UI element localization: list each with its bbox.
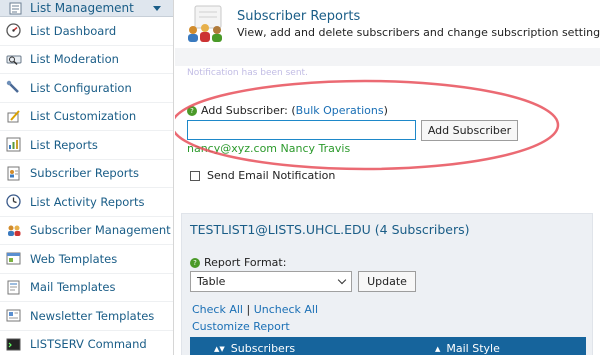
report-format-select[interactable]: Table [190, 271, 352, 292]
reports-icon [5, 136, 22, 153]
customization-icon [5, 108, 22, 125]
sidebar-item-label: Subscriber Management [30, 223, 171, 238]
main-content: Subscriber Reports View, add and delete … [175, 0, 600, 355]
moderation-icon [5, 51, 22, 68]
send-email-notification-checkbox[interactable] [190, 170, 200, 181]
sidebar-header-list-management[interactable]: List Management [0, 0, 173, 17]
help-icon[interactable]: ? [190, 257, 200, 268]
sidebar-header-label: List Management [30, 1, 134, 15]
command-icon [5, 336, 22, 353]
sidebar-item-label: Mail Templates [30, 280, 116, 295]
report-format-text: Report Format: [204, 256, 287, 269]
help-icon[interactable]: ? [187, 105, 197, 116]
uncheck-all-link[interactable]: Uncheck All [254, 303, 318, 316]
notice-band [175, 48, 600, 66]
add-subscriber-label: ? Add Subscriber: (Bulk Operations) [187, 104, 388, 117]
update-button[interactable]: Update [358, 271, 416, 292]
customize-report-link[interactable]: Customize Report [192, 320, 290, 333]
sidebar-item-label: List Reports [30, 137, 98, 152]
sidebar-item-list-dashboard[interactable]: List Dashboard [0, 17, 173, 46]
chevron-down-icon [337, 275, 347, 285]
bulk-operations-link[interactable]: Bulk Operations [296, 104, 384, 117]
sort-icon: ▲▼ [214, 344, 225, 353]
sidebar-item-label: Subscriber Reports [30, 166, 139, 181]
column-label: Subscribers [230, 342, 296, 355]
subscriber-reports-icon [5, 165, 22, 182]
web-templates-icon [5, 250, 22, 267]
report-format-value: Table [197, 275, 226, 288]
subscriber-example-hint: nancy@xyz.com Nancy Travis [187, 142, 351, 155]
sidebar-item-subscriber-reports[interactable]: Subscriber Reports [0, 160, 173, 188]
check-links: Check All | Uncheck All [192, 303, 318, 316]
mail-templates-icon [5, 279, 22, 296]
sidebar-item-list-reports[interactable]: List Reports [0, 131, 173, 160]
add-subscriber-close-paren: ) [383, 104, 388, 117]
configuration-icon [5, 79, 22, 96]
page-title: Subscriber Reports [237, 9, 361, 24]
sidebar: List Management List Dashboard List Mode… [0, 0, 174, 355]
list-title: TESTLIST1@LISTS.UHCL.EDU (4 Subscribers) [190, 222, 470, 237]
sidebar-item-list-moderation[interactable]: List Moderation [0, 46, 173, 74]
sidebar-item-listserv-command[interactable]: LISTSERV Command [0, 331, 173, 355]
report-panel: TESTLIST1@LISTS.UHCL.EDU (4 Subscribers)… [181, 213, 593, 355]
dashboard-icon [5, 22, 22, 39]
sidebar-item-web-templates[interactable]: Web Templates [0, 245, 173, 274]
check-all-link[interactable]: Check All [192, 303, 243, 316]
add-subscriber-button[interactable]: Add Subscriber [421, 120, 518, 141]
add-subscriber-text: Add Subscriber: ( [201, 104, 296, 117]
column-header-mail-style[interactable]: ▲ Mail Style [435, 342, 500, 355]
send-email-notification-label: Send Email Notification [207, 169, 336, 182]
sidebar-item-newsletter-templates[interactable]: Newsletter Templates [0, 302, 173, 331]
sidebar-item-mail-templates[interactable]: Mail Templates [0, 274, 173, 302]
sidebar-item-list-customization[interactable]: List Customization [0, 103, 173, 131]
notification-message: Notification has been sent. [187, 68, 308, 78]
activity-reports-icon [5, 193, 22, 210]
check-links-separator: | [242, 303, 254, 316]
newsletter-templates-icon [5, 307, 22, 324]
send-email-notification-row[interactable]: Send Email Notification [190, 169, 335, 182]
sidebar-item-list-activity-reports[interactable]: List Activity Reports [0, 188, 173, 217]
sidebar-item-label: List Activity Reports [30, 194, 145, 209]
sidebar-item-label: Newsletter Templates [30, 308, 155, 323]
chevron-down-icon[interactable] [153, 5, 161, 11]
column-label: Mail Style [446, 342, 500, 355]
sort-icon: ▲ [435, 344, 441, 353]
subscriber-reports-header-icon [188, 5, 222, 42]
sidebar-item-list-configuration[interactable]: List Configuration [0, 74, 173, 103]
table-header: ▲▼ Subscribers ▲ Mail Style [190, 337, 586, 355]
report-format-label: ? Report Format: [190, 256, 286, 269]
subscriber-management-icon [5, 222, 22, 239]
sidebar-item-label: LISTSERV Command [30, 337, 147, 352]
sidebar-item-label: List Customization [30, 109, 137, 124]
page-subtitle: View, add and delete subscribers and cha… [237, 26, 600, 39]
column-header-subscribers[interactable]: ▲▼ Subscribers [214, 342, 295, 355]
add-subscriber-input[interactable] [187, 120, 416, 140]
sidebar-item-label: Web Templates [30, 251, 118, 266]
sidebar-item-label: List Moderation [30, 52, 119, 67]
sidebar-item-label: List Dashboard [30, 23, 117, 38]
sidebar-item-subscriber-management[interactable]: Subscriber Management [0, 217, 173, 245]
sidebar-item-label: List Configuration [30, 80, 132, 95]
list-management-icon [9, 2, 22, 14]
